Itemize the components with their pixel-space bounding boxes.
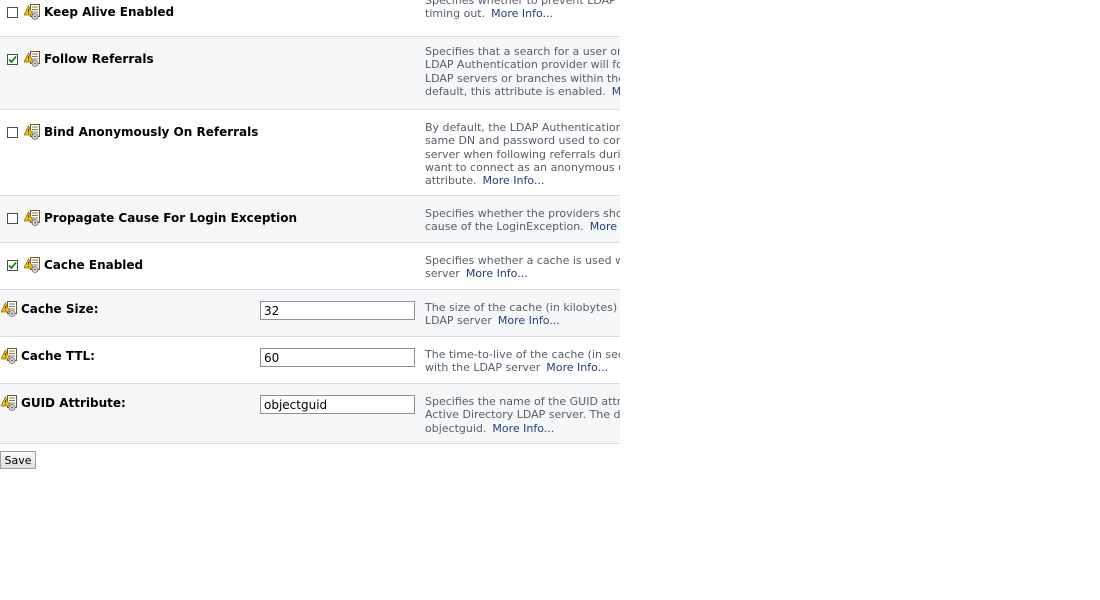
description-line: Specifies whether to prevent LDAP conn	[425, 0, 620, 7]
settings-rows: Keep Alive Enabled Specifies whether to p…	[0, 0, 620, 444]
description-line: Specifies that a search for a user or gr…	[425, 45, 620, 58]
setting-label: Cache Enabled	[44, 258, 144, 272]
more-info-link[interactable]: More Info...	[498, 314, 560, 327]
setting-label: Propagate Cause For Login Exception	[44, 211, 298, 225]
setting-label-group: Cache TTL:	[0, 348, 95, 364]
setting-row: GUID Attribute: Specifies the name of the…	[0, 384, 620, 444]
setting-label: GUID Attribute:	[21, 396, 126, 410]
setting-description: Specifies whether the providers should p…	[425, 207, 620, 234]
description-line: The time-to-live of the cache (in second…	[425, 348, 620, 361]
setting-text-field[interactable]	[260, 301, 415, 320]
description-line: Specifies whether the providers should p	[425, 207, 620, 220]
config-attribute-icon	[24, 51, 41, 67]
more-info-link[interactable]: More Info	[590, 220, 620, 233]
description-line: Specifies whether a cache is used with t…	[425, 254, 620, 267]
setting-label: Cache Size:	[21, 302, 99, 316]
description-line: want to connect as an anonymous user,	[425, 160, 620, 174]
description-line: By default, the LDAP Authentication prov	[425, 121, 620, 134]
config-attribute-icon	[24, 124, 41, 140]
setting-text-field[interactable]	[260, 348, 415, 367]
setting-checkbox[interactable]	[7, 53, 18, 65]
setting-description: Specifies whether a cache is used with t…	[425, 254, 620, 281]
description-line: LDAP servers or branches within the LDA	[425, 71, 620, 85]
config-attribute-icon	[1, 395, 18, 411]
description-line: server	[425, 267, 460, 281]
setting-label-group: GUID Attribute:	[0, 395, 126, 411]
checkmark-icon	[8, 261, 17, 269]
setting-label-group: Cache Enabled	[0, 257, 143, 273]
setting-description: By default, the LDAP Authentication prov…	[425, 121, 620, 187]
config-attribute-icon	[24, 210, 41, 226]
description-line: LDAP server	[425, 314, 492, 328]
description-line: Specifies the name of the GUID attribute	[425, 395, 620, 408]
config-attribute-icon	[1, 348, 18, 364]
checkmark-icon	[8, 55, 17, 63]
setting-checkbox[interactable]	[7, 212, 18, 224]
description-line: The size of the cache (in kilobytes) tha…	[425, 301, 620, 314]
description-line: server when following referrals during a	[425, 147, 620, 161]
description-line: timing out.	[425, 7, 486, 21]
setting-label-group: Cache Size:	[0, 301, 99, 317]
setting-label-group: Keep Alive Enabled	[0, 4, 174, 20]
setting-description: Specifies whether to prevent LDAP connti…	[425, 0, 620, 21]
description-line: Active Directory LDAP server. The defau	[425, 408, 620, 422]
description-line: LDAP Authentication provider will follow…	[425, 58, 620, 72]
save-button[interactable]: Save	[0, 451, 36, 469]
setting-description: The size of the cache (in kilobytes) tha…	[425, 301, 620, 328]
setting-label: Follow Referrals	[44, 52, 154, 66]
setting-row: Cache TTL: The time-to-live of the cache …	[0, 337, 620, 384]
setting-row: Cache Size: The size of the cache (in kil…	[0, 290, 620, 337]
description-line: default, this attribute is enabled.	[425, 84, 606, 98]
config-attribute-icon	[1, 301, 18, 317]
setting-label-group: Bind Anonymously On Referrals	[0, 124, 258, 140]
config-attribute-icon	[24, 4, 41, 20]
setting-description: The time-to-live of the cache (in second…	[425, 348, 620, 375]
description-line: attribute.	[425, 174, 477, 188]
setting-row: Keep Alive Enabled Specifies whether to p…	[0, 0, 620, 37]
more-info-link[interactable]: More Info...	[492, 422, 554, 435]
setting-description: Specifies the name of the GUID attribute…	[425, 395, 620, 435]
more-info-link[interactable]: More Info...	[482, 174, 544, 187]
description-line: with the LDAP server	[425, 361, 541, 375]
setting-row: Bind Anonymously On Referrals By default,…	[0, 110, 620, 196]
setting-label-group: Propagate Cause For Login Exception	[0, 210, 297, 226]
more-info-link[interactable]: More	[612, 85, 620, 98]
setting-description: Specifies that a search for a user or gr…	[425, 45, 620, 98]
setting-checkbox[interactable]	[7, 6, 18, 18]
setting-checkbox[interactable]	[7, 259, 18, 271]
setting-label-group: Follow Referrals	[0, 51, 154, 67]
description-line: objectguid.	[425, 421, 487, 435]
setting-text-field[interactable]	[260, 395, 415, 414]
setting-label: Bind Anonymously On Referrals	[44, 125, 259, 139]
more-info-link[interactable]: More Info...	[466, 267, 528, 280]
config-attribute-icon	[24, 257, 41, 273]
setting-label: Cache TTL:	[21, 349, 95, 363]
more-info-link[interactable]: More Info...	[546, 361, 608, 374]
setting-row: Cache Enabled Specifies whether a cache i…	[0, 243, 620, 290]
setting-row: Propagate Cause For Login Exception Speci…	[0, 196, 620, 243]
setting-row: Follow Referrals Specifies that a search …	[0, 37, 620, 110]
description-line: cause of the LoginException.	[425, 220, 584, 234]
ldap-provider-settings-form: Keep Alive Enabled Specifies whether to p…	[0, 0, 620, 470]
setting-label: Keep Alive Enabled	[44, 5, 175, 19]
description-line: same DN and password used to connect	[425, 134, 620, 148]
more-info-link[interactable]: More Info...	[491, 7, 553, 20]
setting-checkbox[interactable]	[7, 126, 18, 138]
